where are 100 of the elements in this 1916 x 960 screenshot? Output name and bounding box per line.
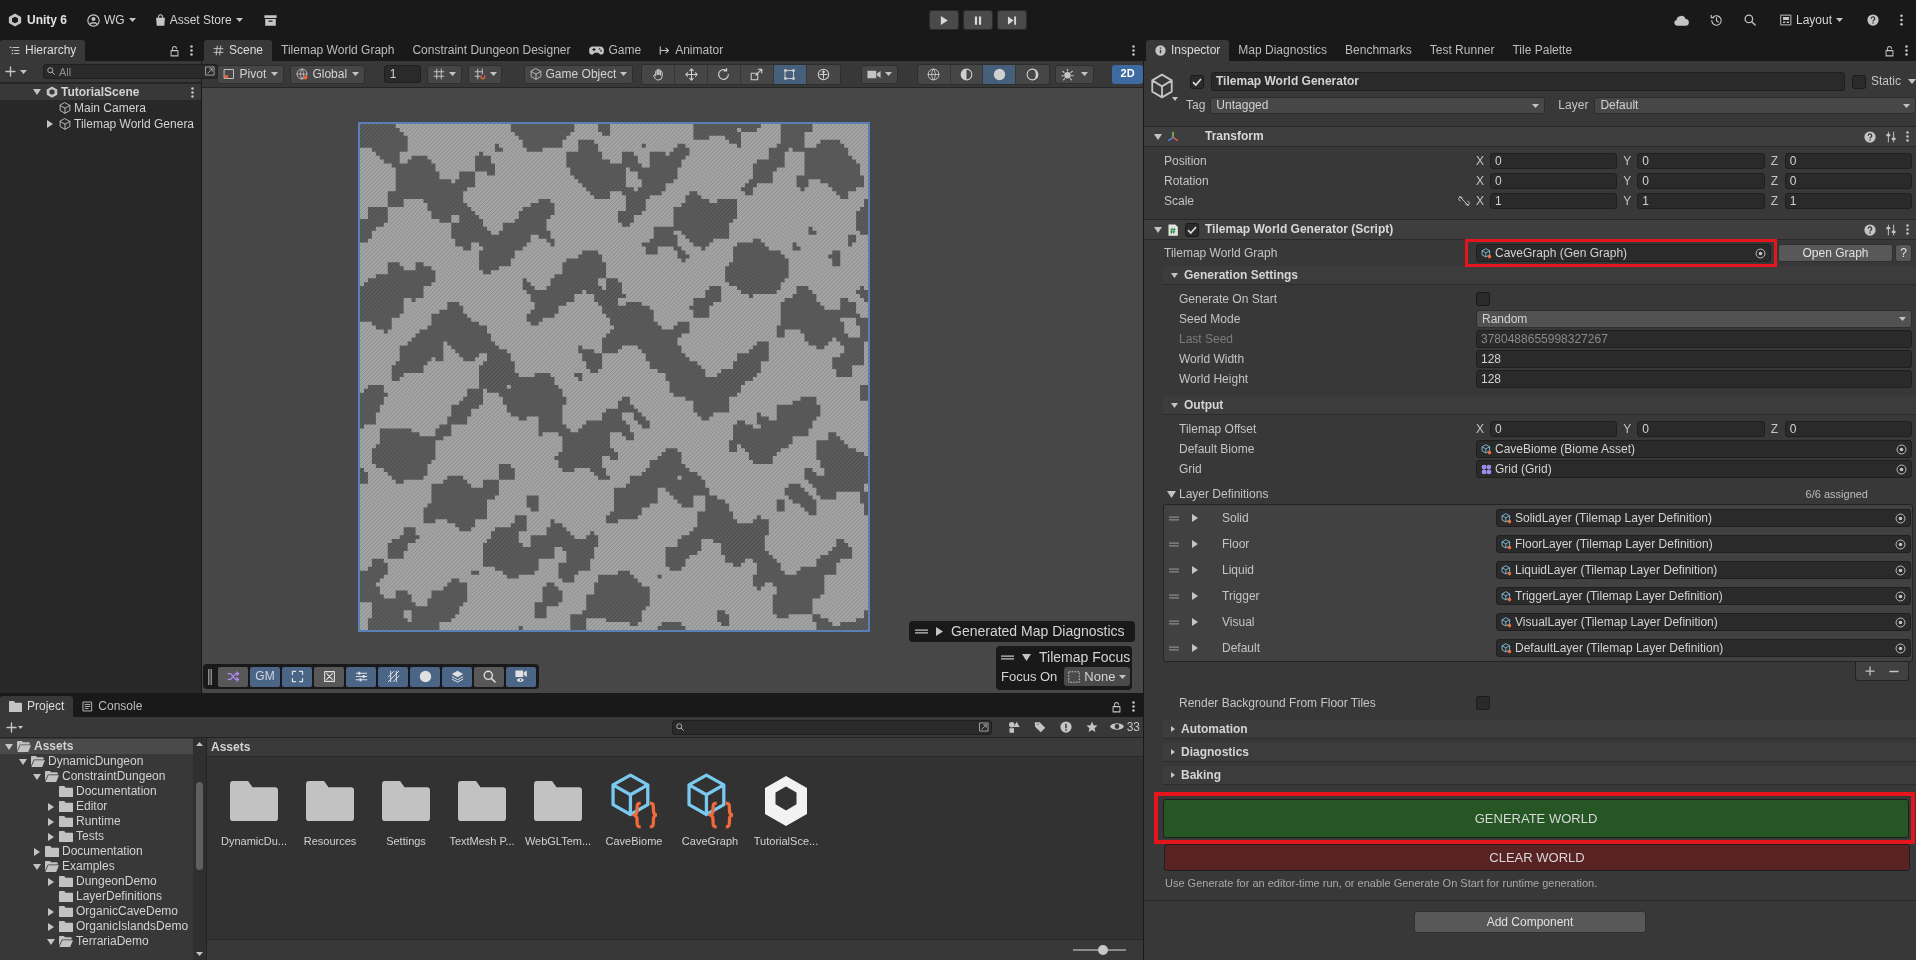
panel-tab[interactable]: Project [0,696,74,717]
overlay-tool-button[interactable] [378,666,408,687]
text-field[interactable]: 128 [1476,370,1912,388]
breadcrumb[interactable]: Assets [211,739,251,755]
gizmos-dropdown[interactable] [1055,64,1095,84]
pause-button[interactable] [963,10,993,30]
caret-down-icon[interactable] [33,89,41,95]
caret-down-icon[interactable] [33,773,41,780]
number-field[interactable]: 0 [1784,421,1912,437]
asset-item[interactable]: WebGLTem... [520,772,596,849]
object-picker-icon[interactable] [1895,642,1906,654]
number-field[interactable]: 0 [1490,421,1618,437]
hierarchy-item[interactable]: Tilemap World Genera [0,116,201,132]
shading-mode-button[interactable] [983,64,1017,84]
caret-up-icon[interactable] [196,742,203,746]
object-field[interactable]: FloorLayer (Tilemap Layer Definition) [1496,535,1911,553]
folder-item[interactable]: TerrariaDemo [0,934,193,949]
caret-down-icon[interactable] [1022,653,1031,661]
object-picker-icon[interactable] [1895,564,1906,576]
asset-item[interactable]: Resources [292,772,368,849]
component-checkbox[interactable] [1185,222,1199,237]
caret-down-icon[interactable] [1154,226,1162,233]
scrollbar-thumb[interactable] [196,782,203,870]
lock-icon[interactable] [1111,700,1122,713]
drag-handle-icon[interactable] [915,629,928,634]
asset-item[interactable]: CaveBiome [596,772,672,849]
box-arrow-icon[interactable] [205,66,215,76]
view-tab[interactable]: Animator [650,40,733,61]
folder-item[interactable]: DynamicDungeon [0,754,193,769]
object-picker-icon[interactable] [1755,247,1766,259]
tool-button[interactable] [642,64,676,84]
view-tab[interactable]: Tilemap World Graph [272,40,404,61]
step-button[interactable] [997,10,1027,30]
drag-handle-icon[interactable] [208,668,212,685]
folder-item[interactable]: LayerDefinitions [0,889,193,904]
tag-dropdown[interactable]: Untagged [1210,97,1546,114]
caret-down-icon[interactable] [1167,491,1176,498]
tool-button[interactable] [740,64,774,84]
number-field[interactable]: 0 [1637,173,1765,189]
folder-item[interactable]: Tests [0,829,193,844]
caret-right-icon[interactable] [1192,592,1198,600]
caret-right-icon[interactable] [1192,566,1198,574]
layout-button[interactable]: Layout [1776,10,1846,30]
presets-icon[interactable] [1885,223,1897,236]
object-picker-icon[interactable] [1895,616,1906,628]
snap-value-field[interactable]: 1 [383,65,421,83]
warning-icon[interactable] [1059,721,1072,733]
drag-handle-icon[interactable] [1169,645,1179,651]
caret-right-icon[interactable] [48,877,54,886]
shading-mode-button[interactable] [950,64,984,84]
number-field[interactable]: 0 [1637,421,1765,437]
panel-tab[interactable]: Map Diagnostics [1229,40,1337,61]
section-header[interactable]: Output [1163,396,1916,415]
number-field[interactable]: 0 [1637,153,1765,169]
tool-button[interactable] [675,64,708,84]
number-field[interactable]: 0 [1490,173,1618,189]
object-picker-icon[interactable] [1895,590,1906,602]
section-header[interactable]: Generation Settings [1163,266,1916,285]
caret-right-icon[interactable] [1171,749,1175,755]
action-button[interactable]: CLEAR WORLD [1164,844,1910,871]
asset-item[interactable]: TextMesh P... [444,772,520,849]
overlay-tool-button[interactable]: GM [250,666,280,687]
asset-item[interactable]: Settings [368,772,444,849]
shapes-icon[interactable] [1007,721,1020,733]
view-tab[interactable]: Scene [204,40,273,61]
panel-tab[interactable]: Benchmarks [1336,40,1421,61]
remove-icon[interactable] [1889,669,1899,673]
space-dropdown[interactable]: Global [289,64,365,84]
folder-item[interactable]: Documentation [0,784,193,799]
drag-handle-icon[interactable] [1001,654,1014,660]
history-icon[interactable] [1709,13,1723,27]
layer-dropdown[interactable]: Default [1594,97,1916,114]
caret-right-icon[interactable] [1192,618,1198,626]
slider-thumb[interactable] [1098,945,1109,955]
drag-handle-icon[interactable] [1169,619,1179,625]
caret-down-icon[interactable] [1908,79,1916,84]
number-field[interactable]: 1 [1637,193,1765,209]
tool-button[interactable] [806,64,840,84]
folder-item[interactable]: OrganicCaveDemo [0,904,193,919]
dropdown[interactable]: Random [1476,310,1912,328]
number-field[interactable]: 1 [1784,193,1912,209]
caret-right-icon[interactable] [47,120,53,128]
object-field[interactable]: SolidLayer (Tilemap Layer Definition) [1496,509,1911,527]
section-header[interactable]: Diagnostics [1163,743,1916,762]
object-field[interactable]: TriggerLayer (Tilemap Layer Definition) [1496,587,1911,605]
hierarchy-item[interactable]: TutorialScene [0,84,201,100]
static-checkbox[interactable] [1852,74,1866,89]
overlay-tool-button[interactable] [442,666,472,687]
create-dropdown[interactable]: Game Object [523,64,634,84]
caret-down-icon[interactable] [1154,133,1162,140]
folder-item[interactable]: Examples [0,859,193,874]
caret-right-icon[interactable] [48,832,54,841]
text-field[interactable]: 128 [1476,350,1912,368]
help-icon[interactable] [1864,130,1876,143]
active-checkbox[interactable] [1190,74,1204,89]
more-icon[interactable] [1906,224,1909,235]
folder-item[interactable]: OrganicIslandsDemo [0,919,193,934]
asset-item[interactable]: TutorialSce... [748,772,824,849]
camera-dropdown[interactable] [860,64,898,84]
help-icon[interactable] [1864,223,1876,236]
